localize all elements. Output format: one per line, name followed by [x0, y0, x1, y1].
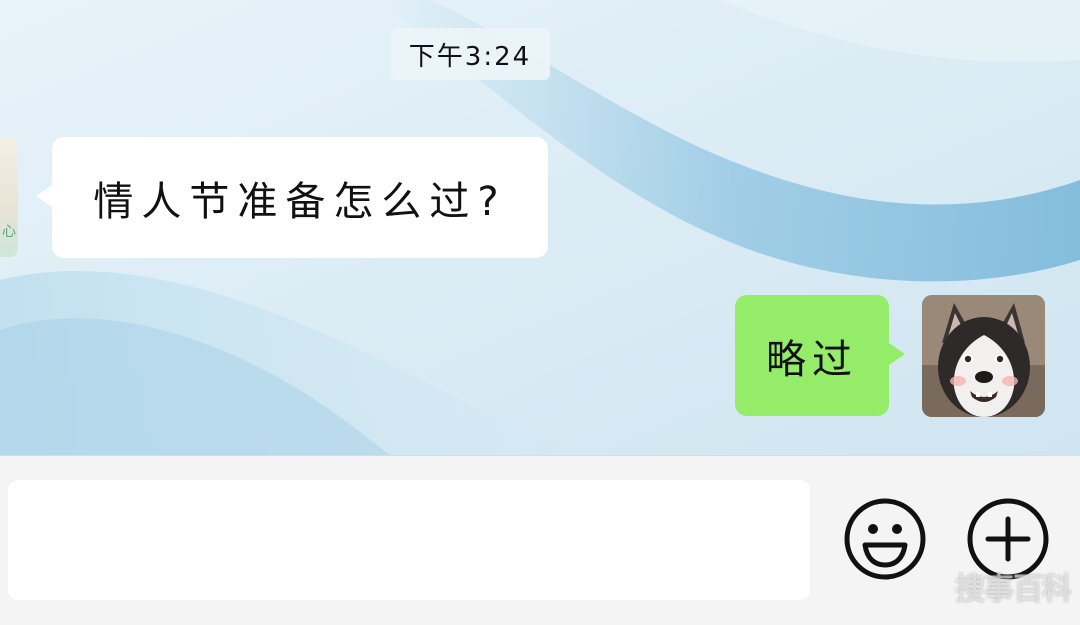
message-input[interactable]: [8, 480, 810, 600]
input-bar: 搜事百科: [0, 455, 1080, 625]
chat-area[interactable]: 下午3:24 心 情人节准备怎么过? 略过: [0, 0, 1080, 455]
watermark-text: 搜事百科: [955, 572, 1072, 607]
user-avatar-husky[interactable]: [922, 295, 1045, 417]
outgoing-message-bubble[interactable]: 略过: [735, 295, 905, 416]
smiley-face-icon: [844, 498, 926, 580]
husky-dog-icon: [922, 295, 1045, 417]
emoji-button[interactable]: [843, 497, 927, 581]
message-timestamp: 下午3:24: [390, 28, 550, 80]
contact-avatar[interactable]: 心: [0, 137, 18, 257]
incoming-message-bubble[interactable]: 情人节准备怎么过?: [36, 137, 548, 258]
chat-screen: 下午3:24 心 情人节准备怎么过? 略过 搜事百科: [0, 0, 1080, 625]
contact-avatar-glyph: 心: [2, 224, 16, 240]
